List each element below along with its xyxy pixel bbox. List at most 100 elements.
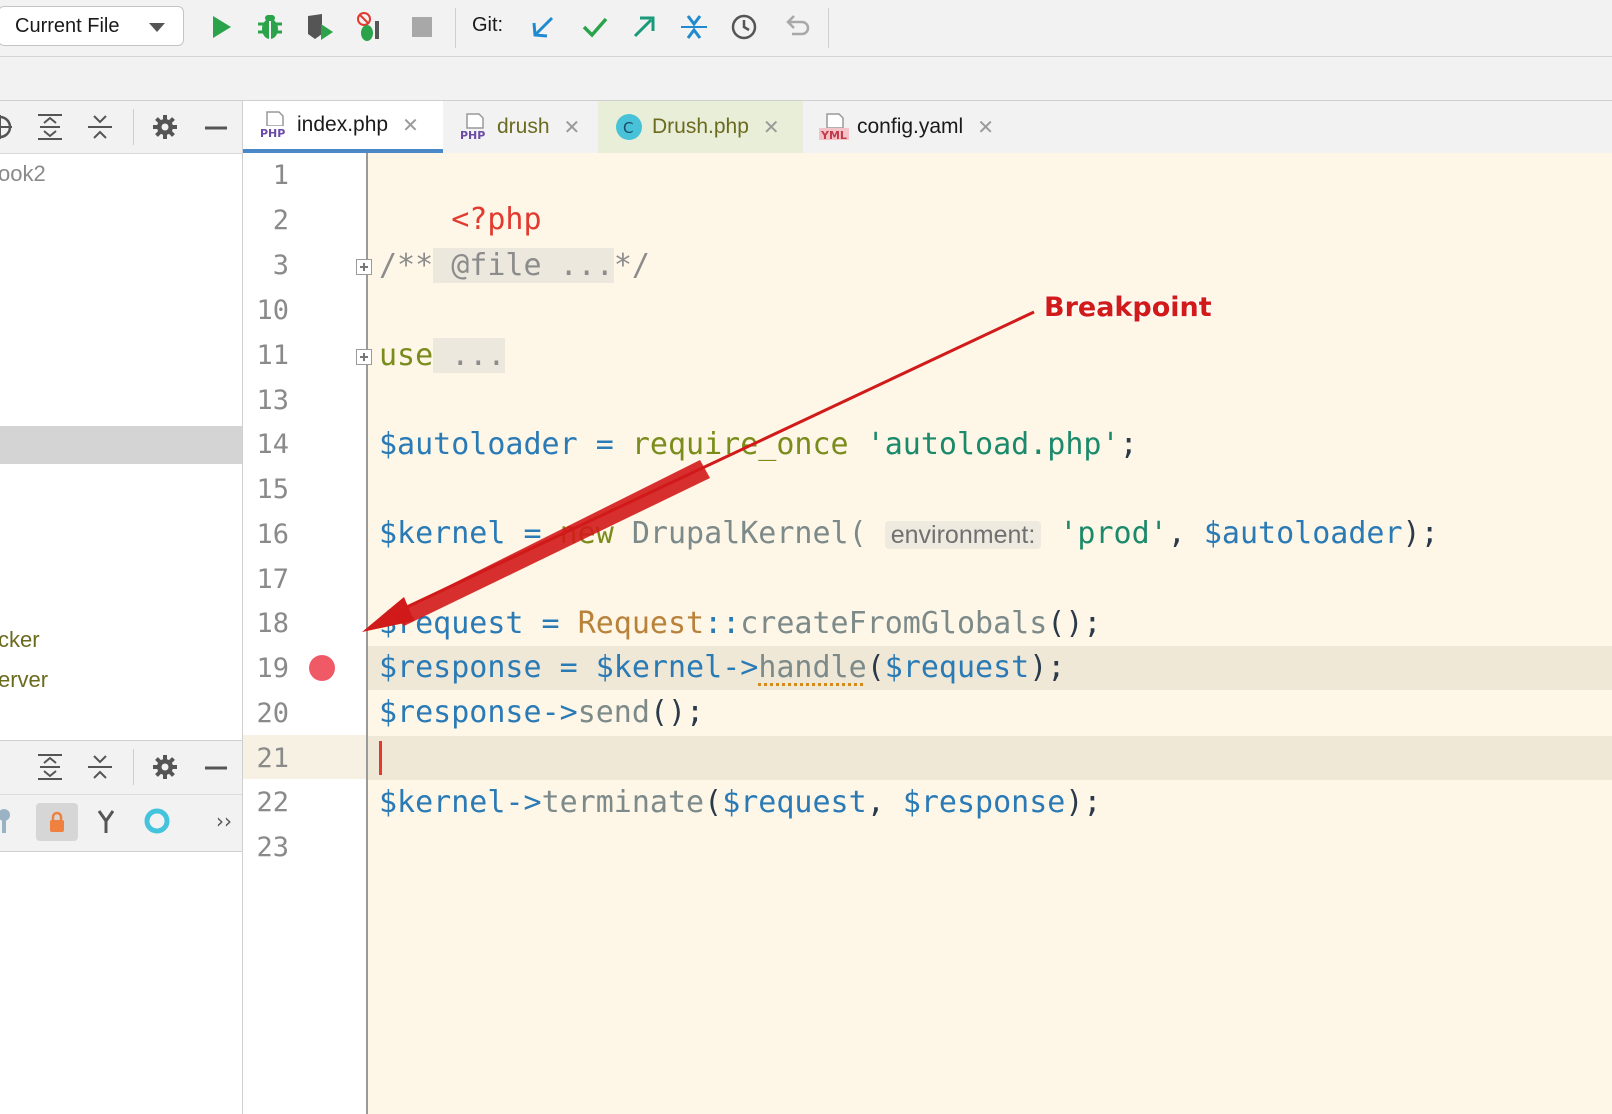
code-token: $response: [379, 695, 542, 730]
code-editor[interactable]: <?php /** @file ...*/ use ... $autoloade…: [368, 153, 1612, 1114]
folded-region[interactable]: @file ...: [433, 248, 614, 283]
tab-index-php[interactable]: PHP index.php ✕: [243, 101, 443, 153]
key-icon[interactable]: [0, 805, 20, 837]
git-compare-icon[interactable]: [679, 10, 709, 44]
project-panel-header: [0, 101, 242, 154]
more-icon[interactable]: ››: [208, 805, 240, 837]
tree-item[interactable]: erver: [0, 667, 48, 693]
current-line-highlight: [368, 736, 1612, 780]
folded-region[interactable]: ...: [433, 338, 506, 373]
line-number: 11: [256, 340, 289, 371]
code-line: $kernel->terminate($request, $response);: [379, 781, 1102, 825]
line-number: 22: [256, 787, 289, 818]
fold-expand-icon[interactable]: [356, 259, 372, 275]
git-label: Git:: [472, 14, 504, 36]
minimize-icon[interactable]: [200, 111, 232, 143]
code-token: Request: [577, 606, 705, 641]
line-number: 15: [256, 474, 289, 505]
line-number: 21: [256, 743, 289, 774]
code-token: $response: [379, 650, 542, 685]
code-line: $request = Request::createFromGlobals();: [379, 602, 1101, 646]
code-token: require_once: [631, 427, 849, 462]
close-icon[interactable]: ✕: [402, 113, 419, 138]
git-commit-icon[interactable]: [580, 10, 610, 44]
code-token: ();: [1047, 606, 1102, 641]
tab-config-yaml[interactable]: YML config.yaml ✕: [803, 101, 1023, 153]
code-token: 'autoload.php': [848, 427, 1120, 462]
minimize-icon[interactable]: [200, 751, 232, 783]
line-number: 17: [256, 564, 289, 595]
tab-drush-class[interactable]: C Drush.php ✕: [598, 101, 803, 153]
code-token: */: [613, 248, 650, 283]
secondary-panel-header: ››: [0, 740, 242, 852]
code-token: ::: [704, 606, 741, 641]
code-token: =: [541, 650, 596, 685]
code-token: =: [577, 427, 632, 462]
locate-icon[interactable]: [0, 111, 16, 143]
line-number: 2: [272, 205, 289, 236]
profile-icon[interactable]: [354, 10, 384, 44]
php-file-icon: PHP: [459, 112, 489, 142]
code-token: $autoloader: [379, 427, 578, 462]
code-token: DrupalKernel(: [613, 516, 867, 551]
git-history-icon[interactable]: [729, 10, 759, 44]
tab-drush[interactable]: PHP drush ✕: [443, 101, 598, 153]
expand-all-icon[interactable]: [34, 751, 66, 783]
code-token: $response: [902, 785, 1066, 820]
code-token: $kernel: [379, 785, 506, 820]
code-token: =: [523, 606, 578, 641]
expand-all-icon[interactable]: [34, 111, 66, 143]
annotation-label: Breakpoint: [1044, 292, 1212, 323]
code-token: $autoloader: [1203, 516, 1403, 551]
panel-separator: [133, 109, 134, 145]
tree-item[interactable]: ook2: [0, 161, 46, 187]
run-configuration-select[interactable]: Current File: [0, 6, 184, 46]
code-token: );: [1029, 650, 1066, 685]
gear-icon[interactable]: [149, 751, 181, 783]
close-icon[interactable]: ✕: [763, 115, 780, 140]
code-token: $request: [884, 650, 1030, 685]
editor-gutter[interactable]: 1 2 3 10 11 13 14 15 16 17 18 19 20 21 2…: [243, 153, 372, 1114]
git-rollback-icon[interactable]: [781, 10, 811, 44]
debug-icon[interactable]: [255, 10, 285, 44]
code-token: ;: [1119, 427, 1138, 462]
svg-text:C: C: [623, 119, 633, 137]
git-update-icon[interactable]: [528, 10, 558, 44]
code-token: handle: [758, 650, 867, 685]
close-icon[interactable]: ✕: [977, 115, 994, 140]
toolbar-separator: [455, 8, 456, 48]
tab-label: drush: [497, 115, 550, 138]
run-with-coverage-icon[interactable]: [305, 10, 335, 44]
collapse-all-icon[interactable]: [84, 751, 116, 783]
line-number: 10: [256, 295, 289, 326]
target-icon[interactable]: [141, 805, 173, 837]
code-token: use: [379, 338, 434, 373]
tree-item-selected[interactable]: [0, 426, 242, 464]
main-toolbar: Current File Git:: [0, 0, 1612, 57]
gear-icon[interactable]: [149, 111, 181, 143]
toolbar-separator: [828, 8, 829, 48]
panel-separator: [133, 749, 134, 785]
breakpoint-icon[interactable]: [309, 655, 335, 681]
close-icon[interactable]: ✕: [564, 115, 581, 140]
line-number: 19: [256, 653, 289, 684]
code-token: new: [559, 516, 614, 551]
merge-icon[interactable]: [90, 805, 122, 837]
code-line: use ...: [379, 334, 506, 378]
fold-expand-icon[interactable]: [356, 349, 372, 365]
code-line: $kernel = new DrupalKernel( environment:…: [379, 512, 1439, 557]
git-push-icon[interactable]: [629, 10, 659, 44]
stop-icon[interactable]: [407, 10, 437, 44]
tree-item[interactable]: cker: [0, 627, 40, 653]
tab-label: Drush.php: [652, 115, 749, 138]
code-token: send: [577, 695, 650, 730]
lock-icon[interactable]: [36, 803, 78, 841]
run-icon[interactable]: [206, 10, 236, 44]
navigation-bar: [0, 57, 1612, 101]
svg-text:PHP: PHP: [260, 127, 285, 140]
collapse-all-icon[interactable]: [84, 111, 116, 143]
code-token: createFromGlobals: [740, 606, 1048, 641]
yaml-file-icon: YML: [819, 112, 849, 142]
code-token: $request: [379, 606, 524, 641]
code-token: ->: [722, 650, 759, 685]
